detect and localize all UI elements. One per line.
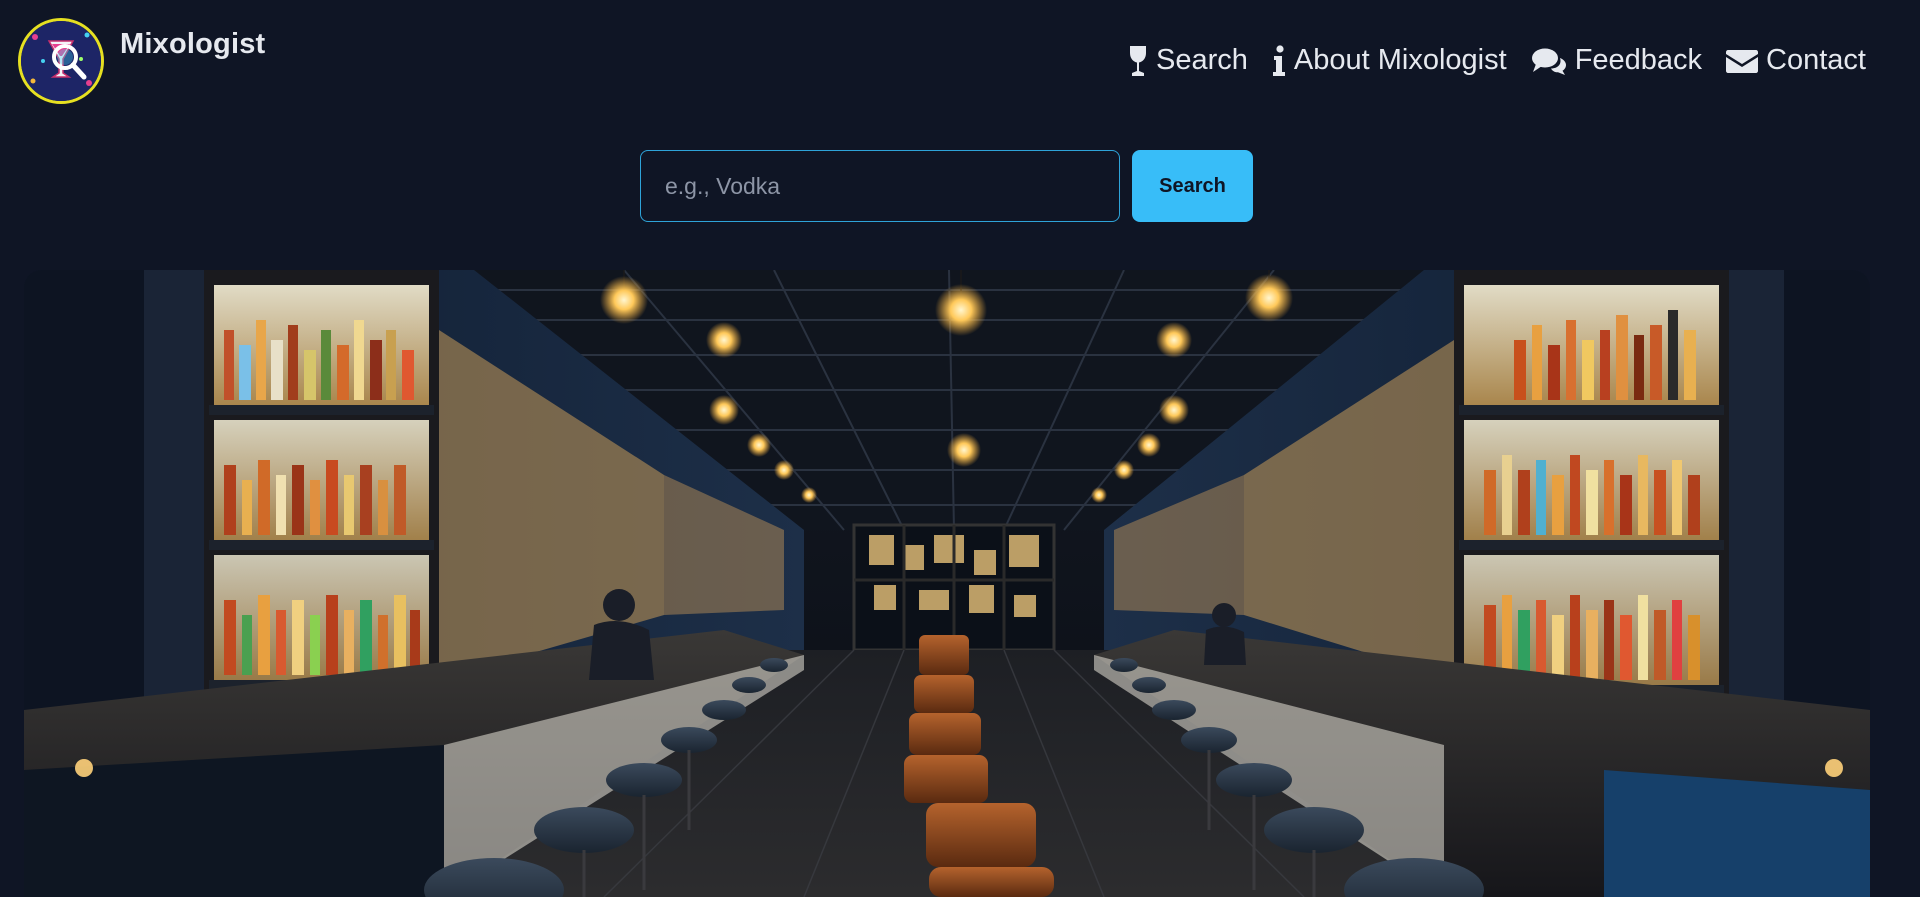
hero-image <box>24 270 1870 897</box>
search-input[interactable] <box>640 150 1120 222</box>
wine-glass-icon <box>1130 45 1147 76</box>
nav-about[interactable]: About Mixologist <box>1272 44 1507 77</box>
nav-search-label: Search <box>1156 44 1248 76</box>
search-bar: Search <box>640 150 1253 222</box>
nav-feedback[interactable]: Feedback <box>1531 44 1702 77</box>
envelope-icon <box>1726 49 1759 73</box>
nav-contact-label: Contact <box>1766 44 1866 76</box>
bar-interior-illustration <box>24 270 1870 897</box>
main-nav: Search About Mixologist Feedback Contact <box>1128 44 1866 77</box>
brand-name[interactable]: Mixologist <box>120 28 265 61</box>
info-icon <box>1272 44 1285 76</box>
nav-search[interactable]: Search <box>1128 44 1248 77</box>
nav-feedback-label: Feedback <box>1574 44 1703 76</box>
logo[interactable] <box>18 18 104 104</box>
comments-icon <box>1531 48 1566 75</box>
cocktail-magnifier-logo-icon <box>21 21 101 101</box>
search-button[interactable]: Search <box>1132 150 1253 222</box>
page: Mixologist Search About Mixologist Feedb… <box>0 0 1896 897</box>
nav-contact[interactable]: Contact <box>1726 44 1866 77</box>
site-header: Mixologist Search About Mixologist Feedb… <box>0 0 1896 130</box>
nav-about-label: About Mixologist <box>1293 44 1507 76</box>
